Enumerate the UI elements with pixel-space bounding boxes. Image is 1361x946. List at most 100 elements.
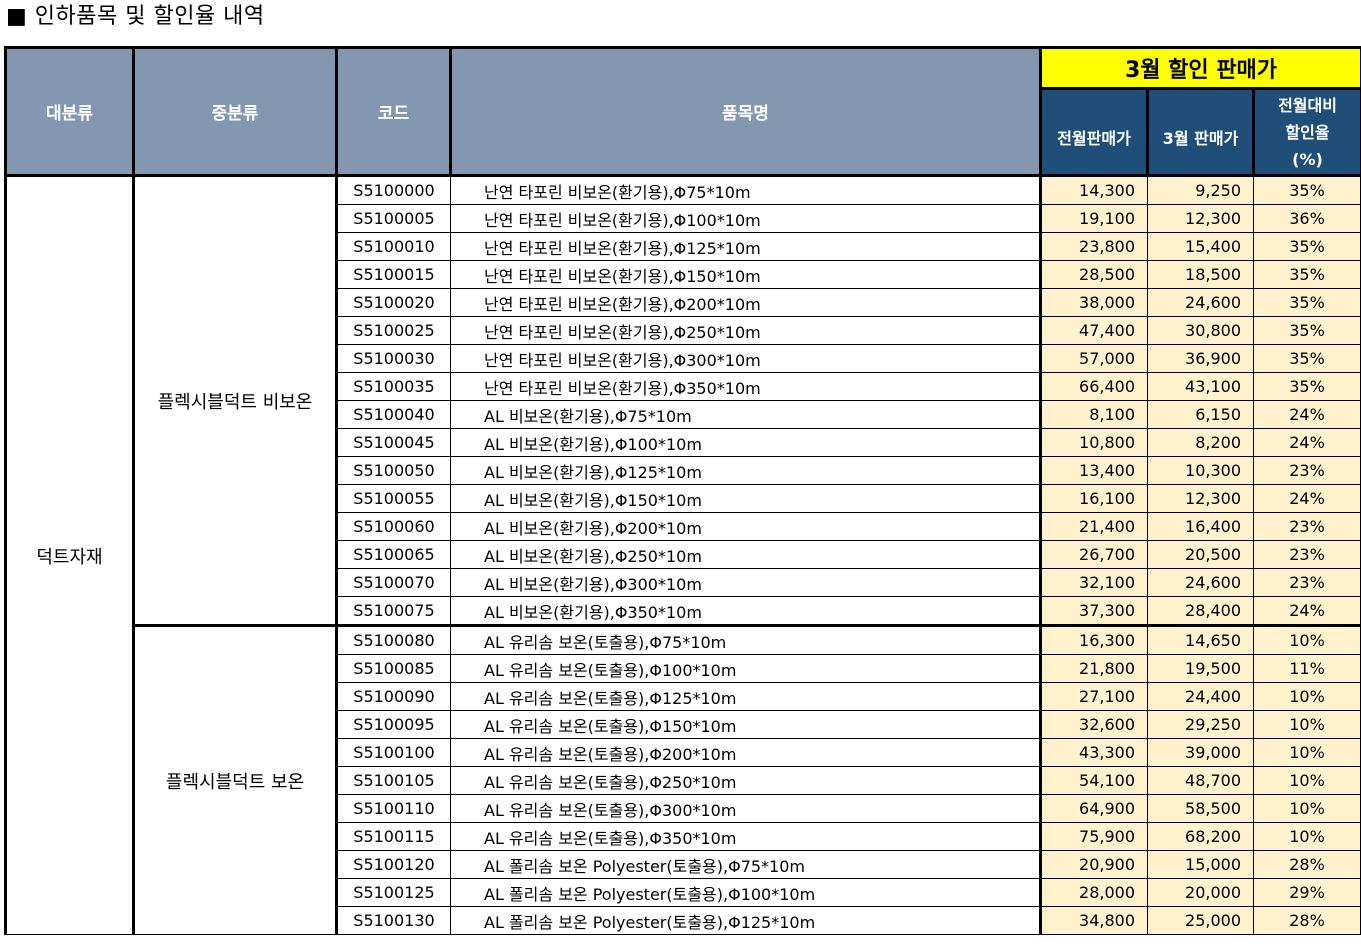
discount-cell: 24% <box>1252 484 1361 513</box>
item-name-cell: 난연 타포린 비보온(환기용),Φ250*10m <box>450 316 1042 345</box>
discount-cell: 10% <box>1252 766 1361 795</box>
code-cell: S5100045 <box>336 428 451 457</box>
header-sale-group: 3월 할인 판매가 <box>1038 46 1361 90</box>
code-cell: S5100000 <box>336 175 451 205</box>
header-discount-line3: (%) <box>1292 149 1323 169</box>
mar-price-cell: 24,600 <box>1147 568 1254 597</box>
prev-price-cell: 27,100 <box>1040 682 1148 711</box>
mar-price-cell: 25,000 <box>1147 906 1254 935</box>
discount-cell: 10% <box>1252 794 1361 823</box>
code-cell: S5100035 <box>336 372 451 401</box>
discount-cell: 23% <box>1252 540 1361 569</box>
item-name-cell: 난연 타포린 비보온(환기용),Φ125*10m <box>450 232 1042 261</box>
header-discount-line2: 할인율 <box>1285 122 1330 142</box>
item-name-cell: AL 비보온(환기용),Φ150*10m <box>450 484 1042 513</box>
code-cell: S5100060 <box>336 512 451 541</box>
mar-price-cell: 12,300 <box>1147 484 1254 513</box>
prev-price-cell: 14,300 <box>1040 175 1148 205</box>
mar-price-cell: 28,400 <box>1147 596 1254 626</box>
mar-price-cell: 10,300 <box>1147 456 1254 485</box>
prev-price-cell: 21,400 <box>1040 512 1148 541</box>
prev-price-cell: 13,400 <box>1040 456 1148 485</box>
header-category: 대분류 <box>4 46 135 177</box>
discount-cell: 35% <box>1252 232 1361 261</box>
discount-cell: 10% <box>1252 682 1361 711</box>
code-cell: S5100080 <box>336 624 451 655</box>
discount-cell: 36% <box>1252 204 1361 233</box>
item-name-cell: AL 폴리솜 보온 Polyester(토출용),Φ75*10m <box>450 850 1042 879</box>
prev-price-cell: 57,000 <box>1040 344 1148 373</box>
prev-price-cell: 8,100 <box>1040 400 1148 429</box>
prev-price-cell: 54,100 <box>1040 766 1148 795</box>
item-name-cell: 난연 타포린 비보온(환기용),Φ100*10m <box>450 204 1042 233</box>
code-cell: S5100085 <box>336 654 451 683</box>
prev-price-cell: 26,700 <box>1040 540 1148 569</box>
code-cell: S5100010 <box>336 232 451 261</box>
code-cell: S5100100 <box>336 738 451 767</box>
prev-price-cell: 32,600 <box>1040 710 1148 739</box>
page-title: ■ 인하품목 및 할인율 내역 <box>6 4 265 29</box>
mar-price-cell: 39,000 <box>1147 738 1254 767</box>
mar-price-cell: 6,150 <box>1147 400 1254 429</box>
header-mar-price: 3월 판매가 <box>1146 87 1255 177</box>
discount-cell: 29% <box>1252 878 1361 907</box>
prev-price-cell: 66,400 <box>1040 372 1148 401</box>
prev-price-cell: 28,000 <box>1040 878 1148 907</box>
code-cell: S5100030 <box>336 344 451 373</box>
subcategory-cell: 플렉시블덕트 비보온 <box>132 175 338 626</box>
mar-price-cell: 12,300 <box>1147 204 1254 233</box>
table-row: 플렉시블덕트 보온 S5100080 AL 유리솜 보온(토출용),Φ75*10m 1… <box>6 624 1361 935</box>
mar-price-cell: 36,900 <box>1147 344 1254 373</box>
mar-price-cell: 30,800 <box>1147 316 1254 345</box>
code-cell: S5100070 <box>336 568 451 597</box>
mar-price-cell: 29,250 <box>1147 710 1254 739</box>
item-name-cell: AL 비보온(환기용),Φ125*10m <box>450 456 1042 485</box>
discount-cell: 35% <box>1252 316 1361 345</box>
code-cell: S5100025 <box>336 316 451 345</box>
item-name-cell: AL 유리솜 보온(토출용),Φ350*10m <box>450 822 1042 851</box>
prev-price-cell: 19,100 <box>1040 204 1148 233</box>
mar-price-cell: 24,400 <box>1147 682 1254 711</box>
discount-cell: 10% <box>1252 624 1361 655</box>
header-code: 코드 <box>335 46 452 177</box>
code-cell: S5100095 <box>336 710 451 739</box>
header-discount-line1: 전월대비 <box>1278 95 1337 115</box>
discount-cell: 35% <box>1252 288 1361 317</box>
prev-price-cell: 43,300 <box>1040 738 1148 767</box>
discount-cell: 24% <box>1252 428 1361 457</box>
discount-cell: 35% <box>1252 175 1361 205</box>
header-discount: 전월대비 할인율 (%) <box>1251 87 1361 177</box>
item-name-cell: AL 비보온(환기용),Φ75*10m <box>450 400 1042 429</box>
mar-price-cell: 20,500 <box>1147 540 1254 569</box>
item-name-cell: AL 유리솜 보온(토출용),Φ250*10m <box>450 766 1042 795</box>
discount-cell: 23% <box>1252 456 1361 485</box>
code-cell: S5100125 <box>336 878 451 907</box>
subcategory-cell: 플렉시블덕트 보온 <box>132 624 338 935</box>
item-name-cell: AL 폴리솜 보온 Polyester(토출용),Φ125*10m <box>450 906 1042 935</box>
discount-cell: 10% <box>1252 738 1361 767</box>
prev-price-cell: 32,100 <box>1040 568 1148 597</box>
item-name-cell: AL 유리솜 보온(토출용),Φ300*10m <box>450 794 1042 823</box>
discount-cell: 35% <box>1252 372 1361 401</box>
item-name-cell: AL 유리솜 보온(토출용),Φ100*10m <box>450 654 1042 683</box>
code-cell: S5100120 <box>336 850 451 879</box>
mar-price-cell: 20,000 <box>1147 878 1254 907</box>
header-subcategory: 중분류 <box>132 46 338 177</box>
prev-price-cell: 28,500 <box>1040 260 1148 289</box>
prev-price-cell: 38,000 <box>1040 288 1148 317</box>
mar-price-cell: 43,100 <box>1147 372 1254 401</box>
prev-price-cell: 34,800 <box>1040 906 1148 935</box>
prev-price-cell: 10,800 <box>1040 428 1148 457</box>
code-cell: S5100090 <box>336 682 451 711</box>
code-cell: S5100020 <box>336 288 451 317</box>
price-table: 대분류 중분류 코드 품목명 3월 할인 판매가 전월판매가 3월 판매가 전월… <box>4 46 1361 935</box>
item-name-cell: AL 비보온(환기용),Φ250*10m <box>450 540 1042 569</box>
item-name-cell: 난연 타포린 비보온(환기용),Φ150*10m <box>450 260 1042 289</box>
prev-price-cell: 47,400 <box>1040 316 1148 345</box>
code-cell: S5100065 <box>336 540 451 569</box>
prev-price-cell: 64,900 <box>1040 794 1148 823</box>
item-name-cell: 난연 타포린 비보온(환기용),Φ300*10m <box>450 344 1042 373</box>
code-cell: S5100040 <box>336 400 451 429</box>
prev-price-cell: 16,100 <box>1040 484 1148 513</box>
mar-price-cell: 48,700 <box>1147 766 1254 795</box>
